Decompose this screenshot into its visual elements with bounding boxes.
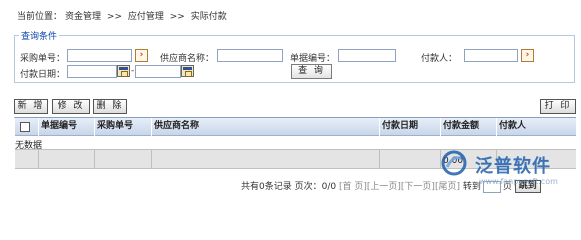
select-all-checkbox[interactable]	[20, 122, 30, 132]
breadcrumb-separator: >>	[106, 12, 122, 22]
breadcrumb-item-payables[interactable]: 应付管理	[128, 12, 164, 22]
record-count: 共有0条记录	[241, 182, 292, 192]
page-info: 页次：0/0	[294, 182, 337, 192]
query-legend: 查询条件	[19, 29, 60, 42]
doc-no-label: 单据编号：	[290, 54, 336, 64]
payer-label: 付款人：	[421, 54, 458, 64]
purchase-no-input[interactable]	[67, 49, 132, 62]
pay-date-end-input[interactable]	[135, 65, 181, 78]
delete-button[interactable]: 删 除	[93, 99, 127, 114]
breadcrumb-prefix: 当前位置：	[17, 12, 63, 22]
supplier-label: 供应商名称：	[160, 54, 215, 64]
first-page-link[interactable]: [首 页]	[339, 182, 367, 192]
search-button[interactable]: 查 询	[291, 64, 332, 79]
add-button[interactable]: 新 增	[14, 99, 48, 114]
summary-cell	[379, 150, 380, 169]
column-header-amount[interactable]: 付款金额	[440, 118, 479, 136]
fanpu-logo-icon	[441, 150, 467, 176]
payment-table: 单据编号 采购单号 供应商名称 付款日期 付款金额 付款人 无数据 0.00	[14, 117, 576, 169]
payer-picker-icon[interactable]: ›	[521, 49, 534, 62]
edit-button[interactable]: 修 改	[52, 99, 90, 114]
date-range-separator: -	[131, 66, 135, 76]
watermark: 泛普软件 www.fanpusoft.com	[441, 150, 577, 190]
table-header: 单据编号 采购单号 供应商名称 付款日期 付款金额 付款人	[15, 118, 576, 136]
column-header-pay-date[interactable]: 付款日期	[379, 118, 418, 136]
supplier-input[interactable]	[217, 49, 283, 62]
column-header-purchase-no[interactable]: 采购单号	[94, 118, 133, 136]
column-header-doc-no[interactable]: 单据编号	[38, 118, 77, 136]
breadcrumb-separator: >>	[169, 12, 185, 22]
calendar-start-icon[interactable]	[117, 65, 130, 77]
next-page-link[interactable]: [下一页]	[401, 182, 435, 192]
purchase-no-picker-icon[interactable]: ›	[135, 49, 148, 62]
watermark-name: 泛普软件	[475, 156, 551, 177]
pay-date-label: 付款日期：	[20, 70, 66, 80]
doc-no-input[interactable]	[338, 49, 396, 62]
column-header-payer[interactable]: 付款人	[496, 118, 526, 136]
prev-page-link[interactable]: [上一页]	[367, 182, 401, 192]
summary-cell	[38, 150, 39, 169]
column-header-supplier[interactable]: 供应商名称	[151, 118, 199, 136]
print-button[interactable]: 打 印	[540, 99, 576, 114]
breadcrumb: 当前位置： 资金管理 >> 应付管理 >> 实际付款	[17, 9, 230, 22]
pay-date-start-input[interactable]	[67, 65, 117, 78]
breadcrumb-item-actual-payment: 实际付款	[190, 12, 227, 22]
breadcrumb-item-finance[interactable]: 资金管理	[65, 12, 101, 22]
purchase-no-label: 采购单号：	[20, 54, 66, 64]
watermark-url: www.fanpusoft.com	[479, 177, 558, 186]
summary-cell	[94, 150, 95, 169]
calendar-end-icon[interactable]	[181, 65, 194, 77]
summary-cell	[151, 150, 152, 169]
payer-input[interactable]	[464, 49, 518, 62]
